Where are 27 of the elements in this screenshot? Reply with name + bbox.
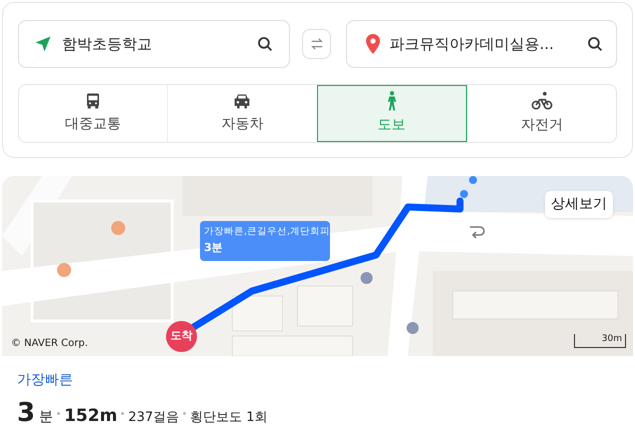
- scale-text: 30m: [602, 334, 623, 344]
- car-icon: [232, 92, 252, 110]
- search-icon[interactable]: [256, 35, 274, 53]
- callout-title: 가장빠른,큰길우선,계단회피: [204, 225, 326, 239]
- map-pin-icon: [365, 34, 382, 54]
- copyright-text: © NAVER Corp.: [11, 337, 88, 351]
- detail-button[interactable]: 상세보기: [545, 191, 613, 218]
- map-view[interactable]: 가장빠른,큰길우선,계단회피 3분 상세보기 도착 © NAVER Corp. 30m: [2, 176, 633, 356]
- swap-button[interactable]: [302, 29, 332, 59]
- location-arrow-icon: [34, 35, 52, 53]
- transport-tab[interactable]: 대중교통: [19, 85, 168, 142]
- route-title[interactable]: 가장빠른: [17, 370, 618, 391]
- swap-icon: [310, 37, 324, 51]
- duration-unit: 분: [39, 408, 54, 427]
- transport-tab[interactable]: 자전거: [466, 85, 616, 142]
- destination-text: 파크뮤직아카데미실용...: [389, 34, 555, 55]
- bicycle-icon: [530, 91, 553, 111]
- route-dots: [459, 176, 479, 199]
- duration-value: 3: [17, 397, 36, 430]
- distance-text: 152m: [64, 405, 118, 428]
- crossings-text: 횡단보도 1회: [190, 409, 268, 427]
- origin-field[interactable]: 함박초등학교: [18, 20, 290, 68]
- search-icon[interactable]: [586, 35, 604, 53]
- callout-time: 3분: [204, 240, 224, 256]
- origin-text: 함박초등학교: [62, 34, 153, 55]
- destination-field[interactable]: 파크뮤직아카데미실용...: [346, 20, 617, 68]
- steps-text: 237걸음: [128, 409, 180, 427]
